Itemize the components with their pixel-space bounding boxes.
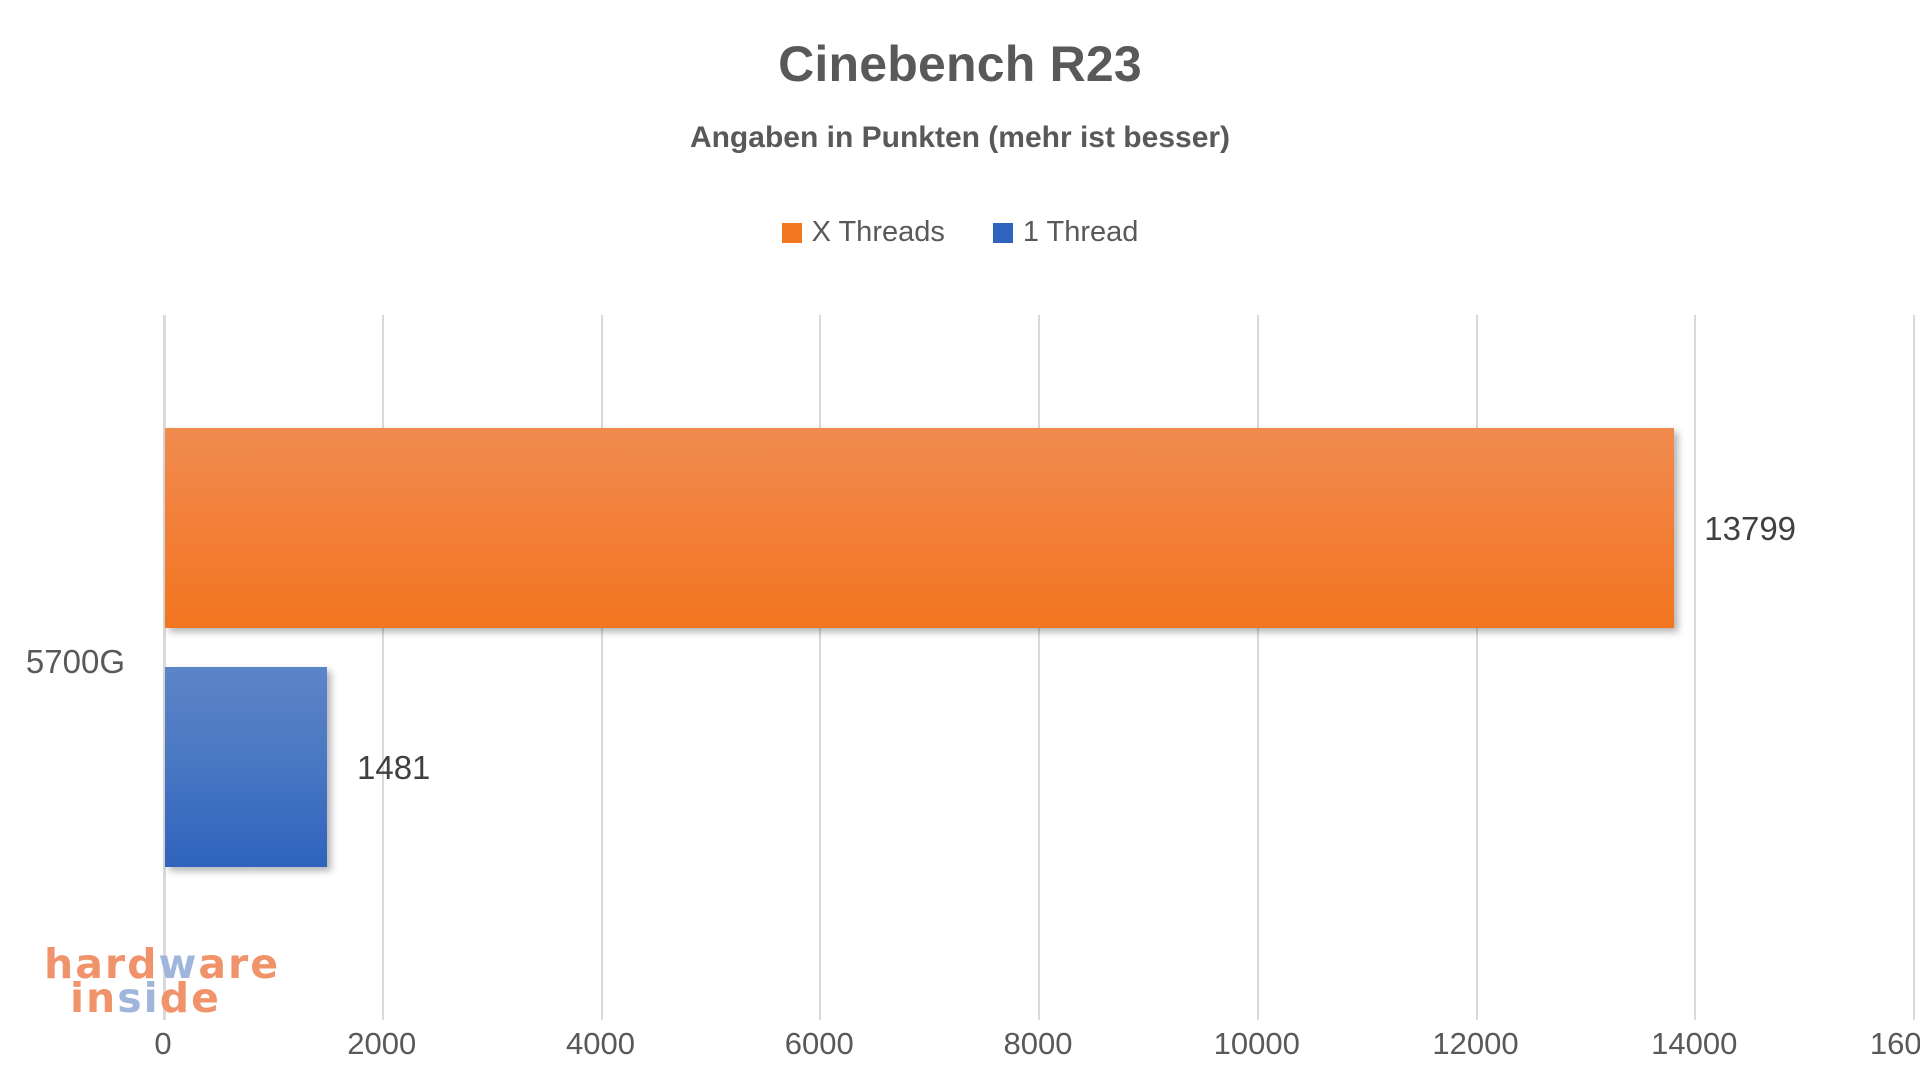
plot-area: 13799 1481 [163,315,1915,1020]
watermark-text-hard: hard [44,940,159,988]
category-label-5700g: 5700G [25,643,125,680]
x-axis-tick-label: 0 [154,1026,172,1061]
chart-legend: X Threads 1 Thread [0,218,1920,247]
watermark-text-in: in [70,973,118,1022]
gridline [381,315,384,1020]
legend-label-1-thread: 1 Thread [1022,216,1139,248]
x-axis-tick-label: 12000 [1432,1026,1519,1061]
gridline [1256,315,1259,1020]
bar-1-thread[interactable] [165,667,327,867]
chart-subtitle: Angaben in Punkten (mehr ist besser) [689,121,1231,154]
bar-1-thread-value-label: 1481 [356,749,431,786]
legend-swatch-blue-icon [992,222,1013,243]
legend-swatch-orange-icon [781,222,802,243]
legend-label-x-threads: X Threads [811,216,945,248]
bar-x-threads-value-label: 13799 [1704,510,1797,547]
x-axis-tick-label: 16000 [1869,1026,1920,1061]
chart-title: Cinebench R23 [778,36,1142,92]
legend-item-x-threads[interactable]: X Threads [781,216,945,248]
gridline [819,315,822,1020]
chart-container: Cinebench R23 Angaben in Punkten (mehr i… [0,0,1920,1079]
x-axis-tick-label: 8000 [1003,1026,1073,1061]
gridline [1694,315,1697,1020]
x-axis-tick-label: 2000 [347,1026,417,1061]
x-axis-tick-label: 14000 [1651,1026,1738,1061]
gridline [1038,315,1040,1020]
bar-x-threads[interactable] [165,428,1675,628]
x-axis-tick-label: 10000 [1213,1026,1300,1061]
gridline [600,315,603,1020]
legend-item-1-thread[interactable]: 1 Thread [992,216,1139,248]
gridline [1913,315,1915,1020]
x-axis-tick-label: 4000 [566,1026,635,1061]
x-axis-tick-label: 6000 [784,1026,854,1061]
gridline [1475,315,1478,1020]
watermark-text-si: si [117,973,160,1022]
